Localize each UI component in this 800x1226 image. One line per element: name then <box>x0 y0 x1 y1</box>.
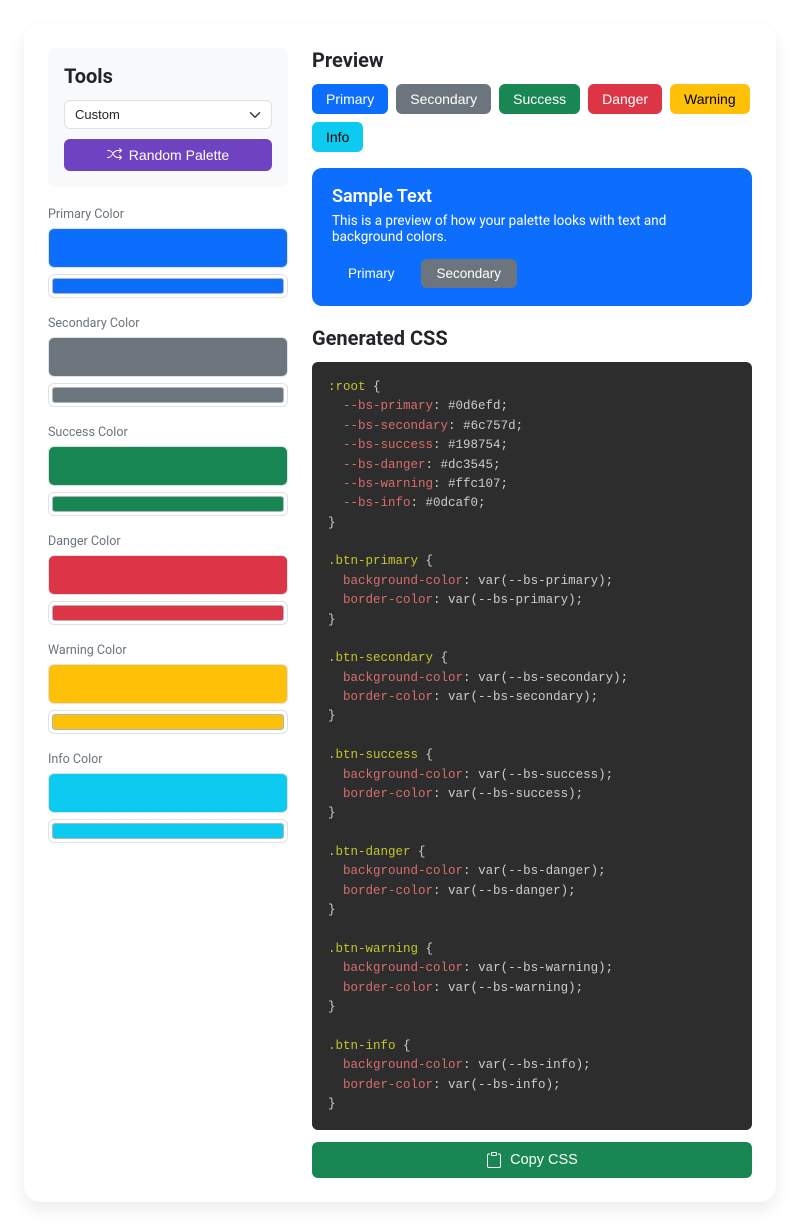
copy-css-label: Copy CSS <box>510 1152 578 1168</box>
color-label-danger: Danger Color <box>48 534 288 549</box>
color-swatch-danger[interactable] <box>48 555 288 595</box>
color-label-success: Success Color <box>48 425 288 440</box>
tools-title: Tools <box>64 64 272 88</box>
app-card: Tools Custom Random Palette Primary Colo… <box>24 24 776 1202</box>
preview-card-btn-primary[interactable]: Primary <box>332 259 411 288</box>
color-label-secondary: Secondary Color <box>48 316 288 331</box>
preview-card-btn-secondary[interactable]: Secondary <box>421 259 518 288</box>
preset-select[interactable]: Custom <box>64 100 272 129</box>
color-group-warning: Warning Color <box>48 643 288 734</box>
color-group-info: Info Color <box>48 752 288 843</box>
color-input-danger[interactable] <box>48 601 288 625</box>
color-swatch-success[interactable] <box>48 446 288 486</box>
preview-btn-primary[interactable]: Primary <box>312 84 388 114</box>
shuffle-icon <box>107 147 123 163</box>
color-group-success: Success Color <box>48 425 288 516</box>
main-panel: Preview Primary Secondary Success Danger War… <box>312 48 752 1178</box>
color-swatch-secondary[interactable] <box>48 337 288 377</box>
preview-btn-warning[interactable]: Warning <box>670 84 750 114</box>
preview-buttons-row: Primary Secondary Success Danger Warning Info <box>312 84 752 152</box>
preview-card-title: Sample Text <box>332 186 732 207</box>
color-input-warning[interactable] <box>48 710 288 734</box>
clipboard-icon <box>486 1152 502 1168</box>
random-palette-label: Random Palette <box>129 147 229 163</box>
generated-css-code: :root { --bs-primary: #0d6efd; --bs-seco… <box>312 362 752 1130</box>
random-palette-button[interactable]: Random Palette <box>64 139 272 171</box>
color-swatch-info[interactable] <box>48 773 288 813</box>
color-label-warning: Warning Color <box>48 643 288 658</box>
preview-card-body: This is a preview of how your palette lo… <box>332 213 732 245</box>
preview-card: Sample Text This is a preview of how you… <box>312 168 752 306</box>
preview-btn-danger[interactable]: Danger <box>588 84 662 114</box>
color-swatch-warning[interactable] <box>48 664 288 704</box>
color-input-info[interactable] <box>48 819 288 843</box>
color-input-secondary[interactable] <box>48 383 288 407</box>
color-group-primary: Primary Color <box>48 207 288 298</box>
sidebar: Tools Custom Random Palette Primary Colo… <box>48 48 288 1178</box>
color-swatch-primary[interactable] <box>48 228 288 268</box>
tools-panel: Tools Custom Random Palette <box>48 48 288 187</box>
generated-css-heading: Generated CSS <box>312 326 752 350</box>
color-input-primary[interactable] <box>48 274 288 298</box>
preview-btn-success[interactable]: Success <box>499 84 580 114</box>
color-label-info: Info Color <box>48 752 288 767</box>
color-group-secondary: Secondary Color <box>48 316 288 407</box>
preview-btn-secondary[interactable]: Secondary <box>396 84 491 114</box>
preview-heading: Preview <box>312 48 752 72</box>
preview-btn-info[interactable]: Info <box>312 122 363 152</box>
color-input-success[interactable] <box>48 492 288 516</box>
color-group-danger: Danger Color <box>48 534 288 625</box>
color-label-primary: Primary Color <box>48 207 288 222</box>
copy-css-button[interactable]: Copy CSS <box>312 1142 752 1178</box>
